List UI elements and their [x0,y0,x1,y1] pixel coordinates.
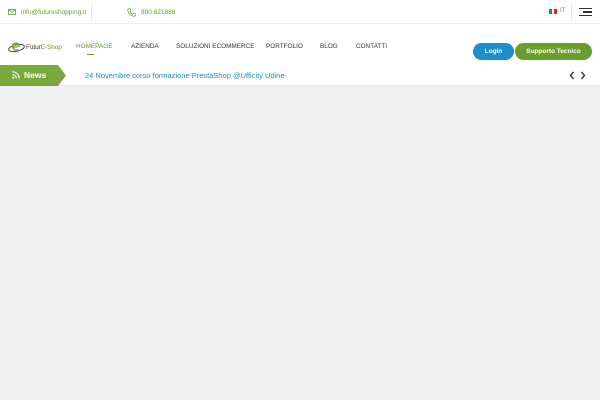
news-headline-link[interactable]: 24 Novembre corso formazione PrestaShop … [85,71,285,80]
phone-icon [127,7,136,17]
email-text: info@futureshopping.it [21,8,87,16]
site-logo[interactable]: FuturE-Shop [8,40,62,54]
logo-text: FuturE-Shop [26,43,62,51]
support-button[interactable]: Supporto Tecnico [515,43,592,60]
chevron-left-icon[interactable] [568,71,576,80]
envelope-icon [8,9,16,15]
logo-mark-icon [8,40,25,54]
italy-flag-icon [549,8,558,14]
news-ticker: News 24 Novembre corso formazione Presta… [0,65,600,86]
news-label-text: News [24,70,47,80]
contact-phone[interactable]: 800 821888 [127,0,175,24]
hero-content-area [0,86,600,400]
news-label: News [0,65,66,86]
active-nav-indicator [87,54,94,55]
hamburger-icon[interactable] [579,8,592,16]
nav-item-portfolio[interactable]: PORTFOLIO [266,43,303,50]
top-bar: info@futureshopping.it 800 821888 IT [0,0,600,24]
contact-email[interactable]: info@futureshopping.it [8,0,86,24]
divider [571,3,572,20]
login-button[interactable]: Login [473,43,514,60]
language-selector[interactable]: IT [549,0,565,22]
nav-item-homepage[interactable]: HOMEPAGE [76,43,112,50]
nav-item-azienda[interactable]: AZIENDA [131,43,159,50]
nav-item-soluzioni-ecommerce[interactable]: SOLUZIONI ECOMMERCE [176,43,254,50]
language-code: IT [560,8,566,14]
chevron-right-icon[interactable] [579,71,587,80]
rss-icon [12,71,20,79]
nav-item-contatti[interactable]: CONTATTI [356,43,387,50]
divider [91,3,92,20]
nav-item-blog[interactable]: BLOG [320,43,338,50]
phone-text: 800 821888 [141,8,176,16]
